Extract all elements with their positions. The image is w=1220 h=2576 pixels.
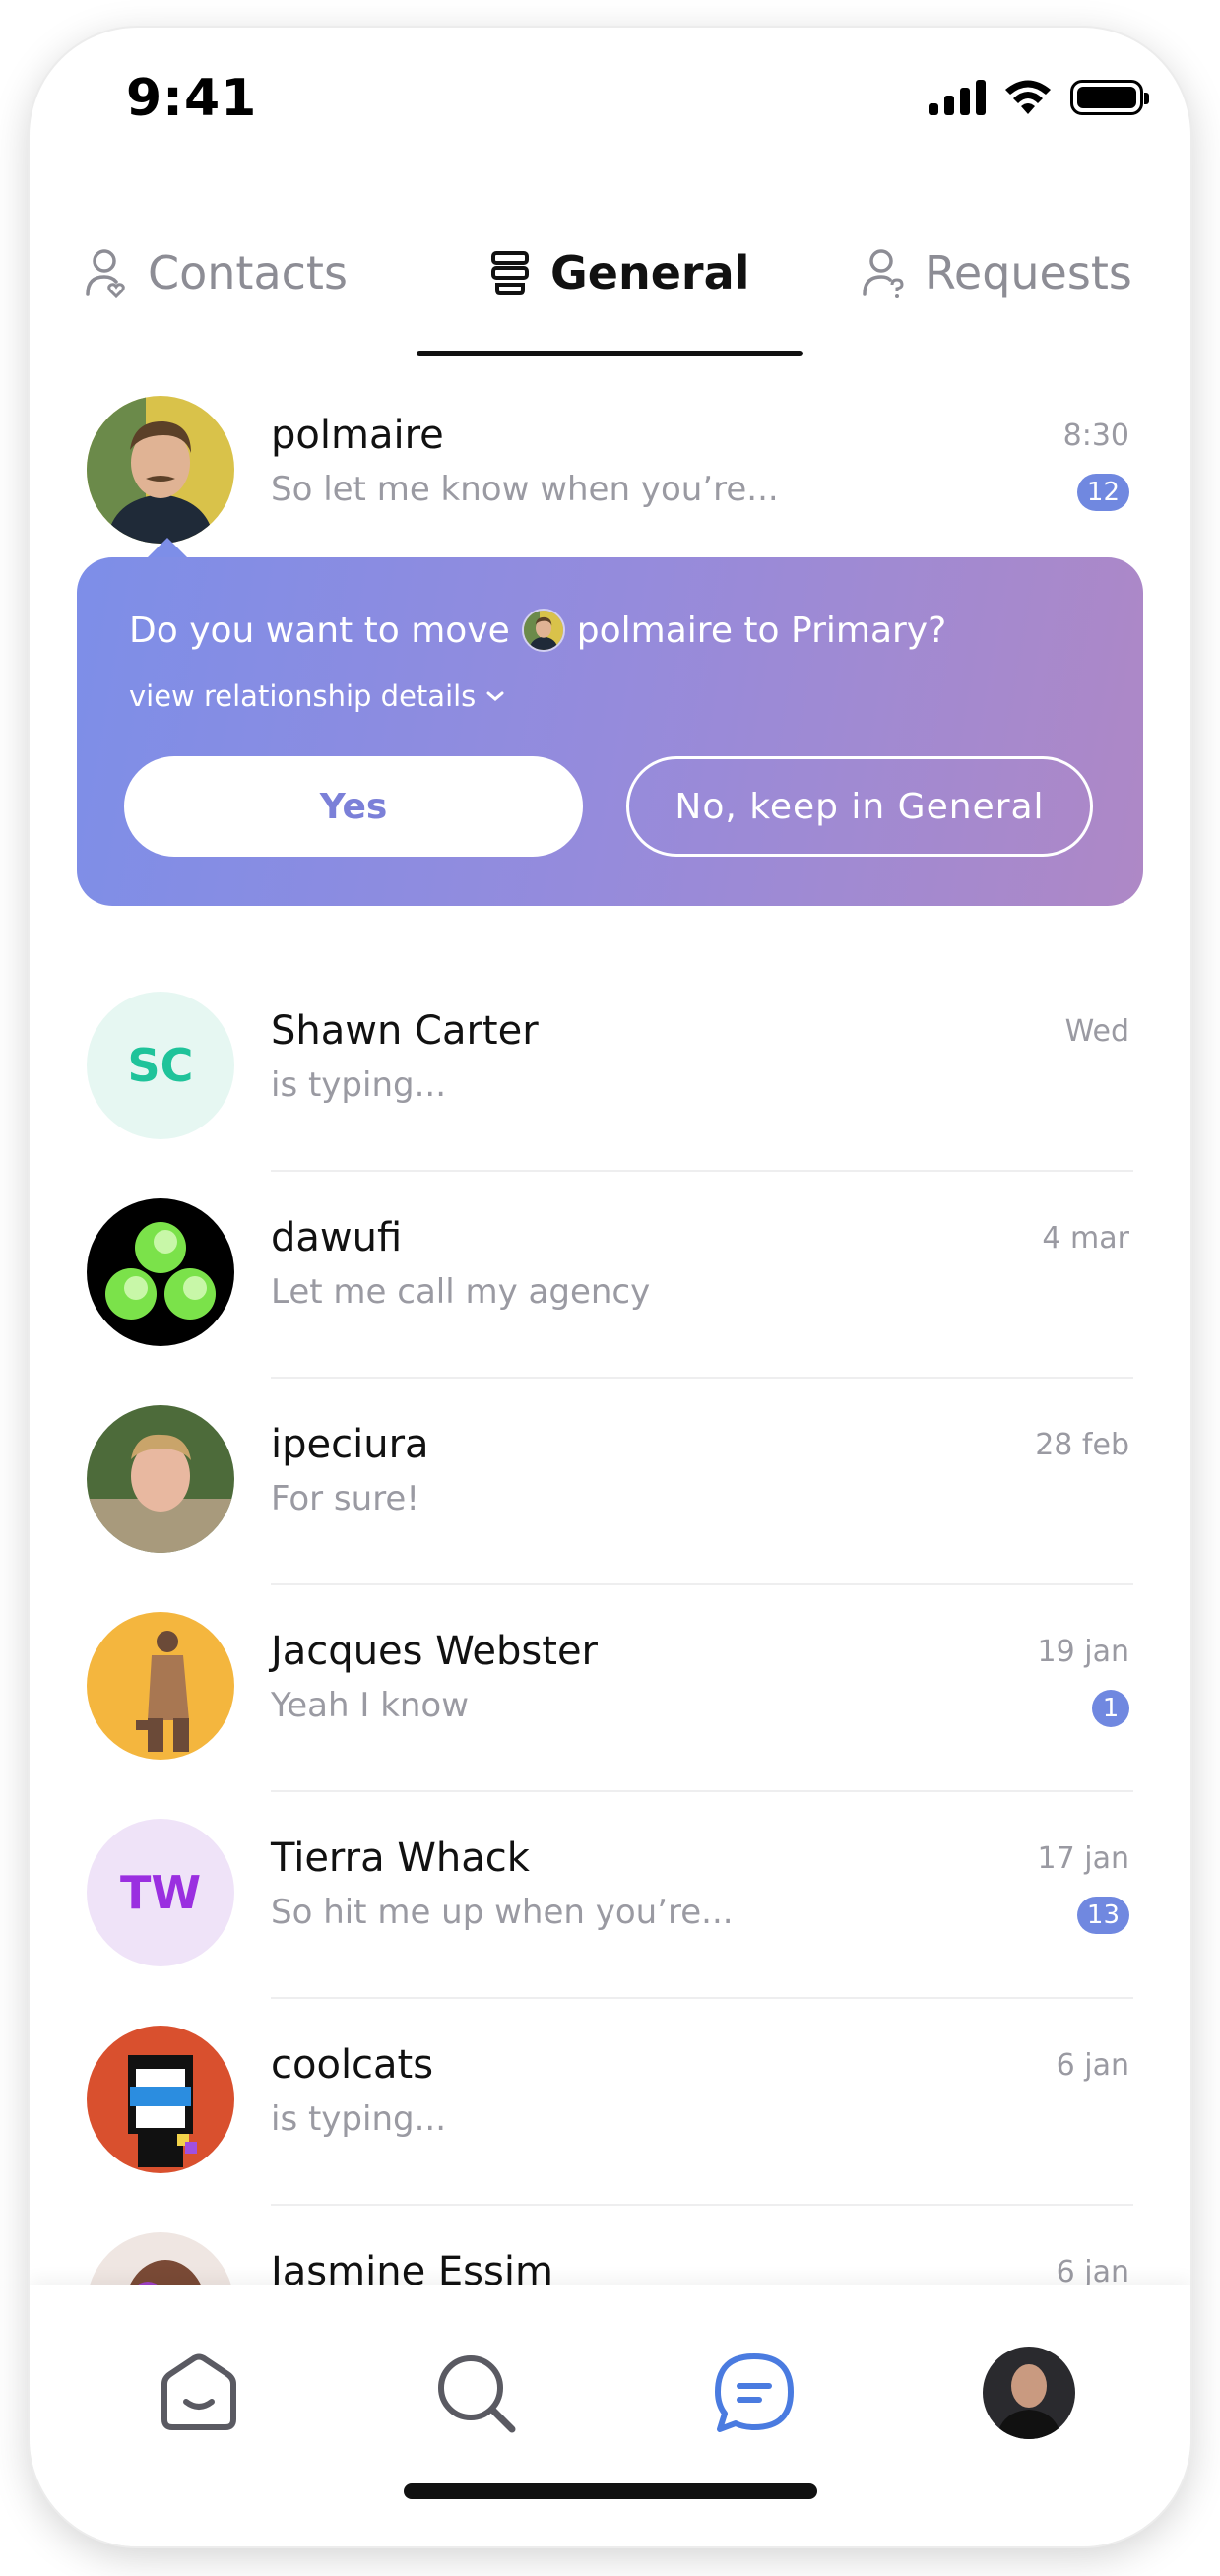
move-to-primary-card: Do you want to move polmaire to Primary?… [77, 557, 1143, 906]
profile-avatar [983, 2347, 1075, 2439]
message-preview: So let me know when you’re... [271, 470, 779, 509]
contact-name: Shawn Carter [271, 1008, 539, 1054]
status-time: 9:41 [126, 69, 258, 128]
tab-general-label: General [550, 246, 750, 299]
conversation-row[interactable]: polmaire So let me know when you’re... 8… [30, 369, 1190, 576]
requests-icon [863, 249, 904, 298]
question-suffix: polmaire to Primary? [576, 610, 947, 651]
avatar: TW [87, 1819, 234, 1966]
phone-screen: 9:41 Contacts General Requests polmaire … [30, 28, 1190, 2546]
message-time: Wed [1064, 1014, 1129, 1049]
contacts-icon [86, 249, 125, 298]
message-preview: Let me call my agency [271, 1272, 651, 1312]
tab-requests[interactable]: Requests [862, 246, 1132, 299]
tab-contacts-label: Contacts [148, 246, 348, 299]
conversation-row[interactable]: SC Shawn Carter is typing... Wed [30, 965, 1190, 1172]
status-icons [929, 79, 1149, 116]
home-icon [161, 2353, 236, 2430]
tab-general[interactable]: General [487, 246, 749, 299]
nav-home[interactable] [152, 2346, 246, 2440]
message-time: 8:30 [1062, 419, 1129, 453]
tab-bar: Contacts General Requests [30, 215, 1190, 356]
avatar [87, 396, 234, 544]
home-indicator [404, 2483, 817, 2499]
message-preview: is typing... [271, 2099, 447, 2139]
message-time: 6 jan [1056, 2048, 1129, 2083]
contact-name: ipeciura [271, 1422, 429, 1467]
mini-avatar [521, 609, 565, 652]
message-time: 19 jan [1037, 1635, 1129, 1669]
signal-icon [929, 80, 986, 115]
question-prefix: Do you want to move [129, 610, 510, 651]
relationship-details-link[interactable]: view relationship details [129, 679, 505, 713]
message-time: 4 mar [1042, 1221, 1129, 1256]
chevron-down-icon [486, 691, 504, 701]
tab-contacts[interactable]: Contacts [85, 246, 348, 299]
search-icon [438, 2355, 516, 2433]
message-preview: is typing... [271, 1065, 447, 1105]
nav-search[interactable] [428, 2346, 523, 2440]
unread-badge: 1 [1092, 1690, 1129, 1727]
avatar: SC [87, 992, 234, 1139]
yes-button[interactable]: Yes [124, 756, 583, 857]
keep-in-general-button[interactable]: No, keep in General [626, 756, 1093, 857]
avatar [87, 1612, 234, 1760]
stack-icon [491, 251, 529, 295]
unread-badge: 13 [1076, 1897, 1129, 1934]
avatar [87, 1405, 234, 1553]
message-preview: For sure! [271, 1479, 419, 1518]
active-tab-indicator [417, 351, 803, 356]
contact-name: dawufi [271, 1215, 403, 1260]
message-preview: So hit me up when you’re... [271, 1893, 734, 1932]
messages-icon [715, 2353, 794, 2432]
card-pointer [146, 538, 189, 559]
contact-name: Tierra Whack [271, 1835, 530, 1881]
contact-name: coolcats [271, 2042, 434, 2088]
avatar [87, 2026, 234, 2173]
conversation-row[interactable]: TW Tierra Whack So hit me up when you’re… [30, 1792, 1190, 1999]
nav-profile[interactable] [982, 2346, 1076, 2440]
avatar [87, 1198, 234, 1346]
conversation-row[interactable]: dawufi Let me call my agency 4 mar [30, 1172, 1190, 1379]
details-link-label: view relationship details [129, 679, 477, 713]
conversation-row[interactable]: coolcats is typing... 6 jan [30, 1999, 1190, 2206]
status-bar: 9:41 [30, 28, 1190, 165]
message-time: 28 feb [1035, 1428, 1129, 1462]
message-preview: Yeah I know [271, 1686, 470, 1725]
battery-icon [1070, 80, 1149, 115]
unread-badge: 12 [1076, 474, 1129, 511]
message-time: 17 jan [1037, 1841, 1129, 1876]
contact-name: polmaire [271, 413, 444, 458]
nav-messages[interactable] [707, 2346, 802, 2440]
wifi-icon [1005, 80, 1051, 114]
card-question: Do you want to move polmaire to Primary? [129, 609, 946, 652]
conversation-row[interactable]: ipeciura For sure! 28 feb [30, 1379, 1190, 1585]
tab-requests-label: Requests [925, 246, 1132, 299]
conversation-row[interactable]: Jacques Webster Yeah I know 19 jan 1 [30, 1585, 1190, 1792]
contact-name: Jacques Webster [271, 1629, 598, 1674]
bottom-nav [30, 2285, 1190, 2546]
